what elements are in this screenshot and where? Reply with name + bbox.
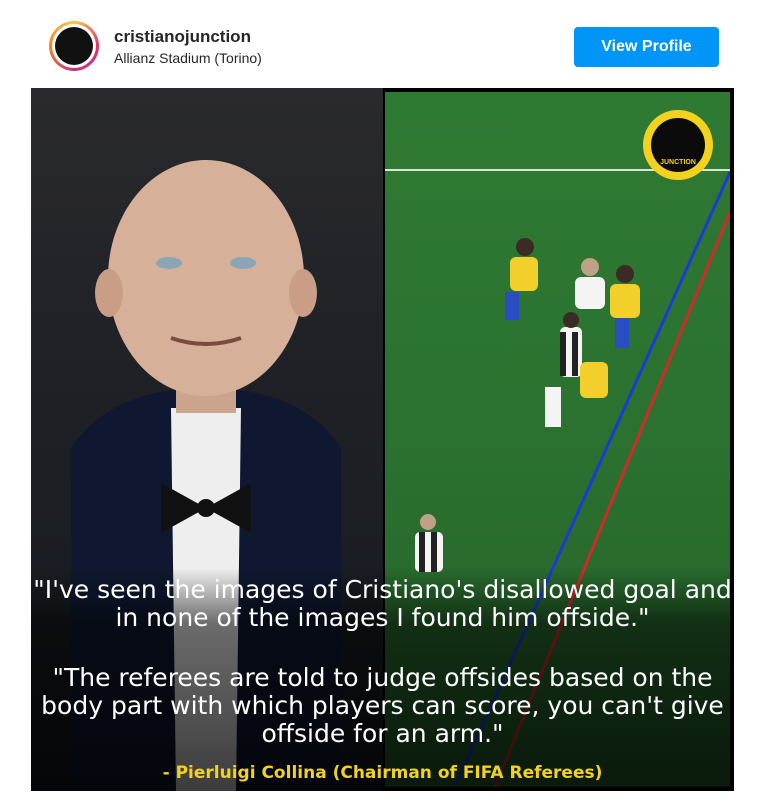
username[interactable]: cristianojunction (114, 27, 251, 47)
avatar[interactable] (49, 21, 99, 71)
post-image: JUNCTION "I've seen the images of Cristi… (31, 88, 734, 791)
view-profile-button[interactable]: View Profile (574, 27, 719, 67)
avatar-image (55, 27, 93, 65)
avatar-ring (52, 24, 96, 68)
junction-logo-inner: JUNCTION (651, 118, 705, 172)
junction-logo: JUNCTION (643, 110, 713, 180)
quote-1: "I've seen the images of Cristiano's dis… (33, 575, 732, 632)
post-header: cristianojunction Allianz Stadium (Torin… (0, 0, 765, 88)
location[interactable]: Allianz Stadium (Torino) (114, 50, 262, 66)
quote-credit: - Pierluigi Collina (Chairman of FIFA Re… (162, 763, 603, 783)
quote-2: "The referees are told to judge offsides… (41, 663, 724, 748)
players-cluster (415, 238, 640, 572)
